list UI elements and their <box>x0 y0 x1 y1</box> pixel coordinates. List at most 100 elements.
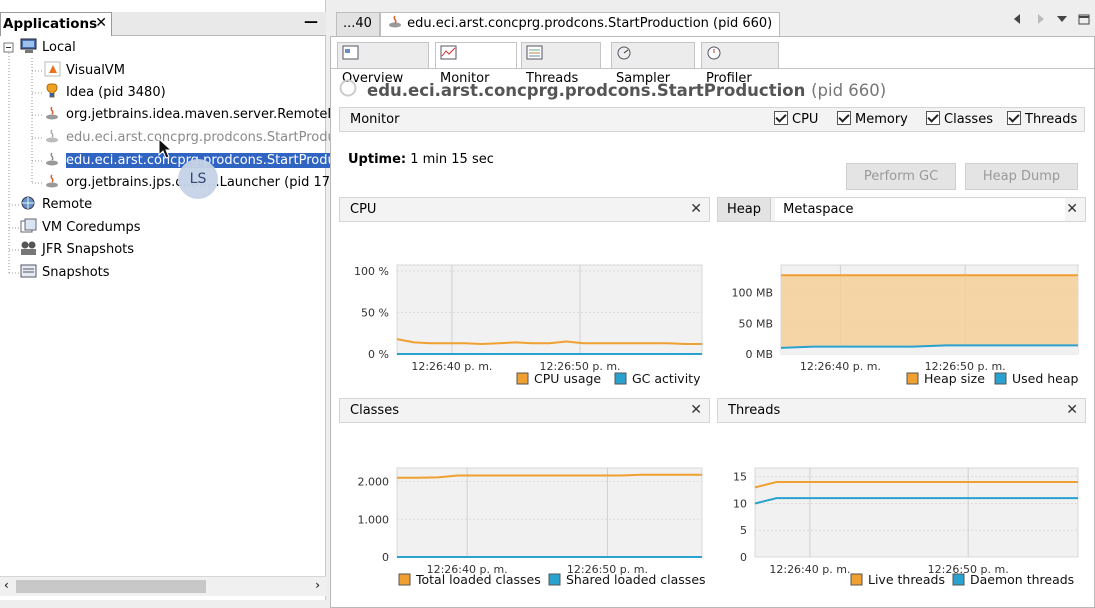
scroll-left-icon[interactable]: ‹ <box>4 578 9 592</box>
checkbox-label: Threads <box>1025 112 1078 127</box>
mouse-cursor-icon <box>158 138 173 159</box>
tab-monitor[interactable]: Monitor <box>435 42 517 86</box>
legend-swatch <box>850 573 863 586</box>
x-tick-label: 12:26:40 p. m. <box>800 360 881 373</box>
checkbox-checked-icon <box>774 111 788 125</box>
profiler-icon <box>706 45 724 61</box>
cpu-chart: 100 %50 %0 %12:26:40 p. m. 12:26:50 p. m.… <box>354 264 703 386</box>
close-icon[interactable]: ✕ <box>690 399 702 422</box>
tree-item-label: JFR Snapshots <box>42 242 135 257</box>
cpu-panel-header: CPU ✕ <box>339 197 710 222</box>
perform-gc-button[interactable]: Perform GC <box>846 163 956 190</box>
threads-panel-header: Threads ✕ <box>717 398 1086 423</box>
legend-label: Total loaded classes <box>415 572 541 587</box>
tree-item-vm-coredumps[interactable]: VM Coredumps <box>20 218 141 238</box>
heap-panel-header: Heap Metaspace ✕ <box>717 197 1086 222</box>
monitor-content: Overview Monitor Threads Sampler Profile… <box>330 36 1095 608</box>
classes-chart: 2.0001.000012:26:40 p. m. 12:26:50 p. m.T… <box>358 467 706 587</box>
tree-item-snapshots[interactable]: Snapshots <box>20 263 110 283</box>
tree-item-idea[interactable]: Idea (pid 3480) <box>44 83 166 103</box>
coredump-icon <box>20 218 38 234</box>
java-icon <box>44 173 62 189</box>
document-tabbar: ...40 edu.eci.arst.concprg.prodcons.Star… <box>330 12 1095 53</box>
doc-tab-startproduction[interactable]: edu.eci.arst.concprg.prodcons.StartProdu… <box>380 12 780 53</box>
tab-overview[interactable]: Overview <box>337 42 429 86</box>
uptime-value: 1 min 15 sec <box>410 152 494 167</box>
tree-item-label: Local <box>42 40 76 55</box>
jfr-icon <box>20 240 38 256</box>
checkbox-label: CPU <box>792 112 819 127</box>
uptime-label: Uptime: <box>348 152 407 167</box>
java-icon <box>44 128 62 144</box>
memory-checkbox[interactable]: Memory <box>837 108 908 131</box>
y-tick-label: 100 % <box>354 265 389 278</box>
tree-item-visualvm[interactable]: VisualVM <box>44 61 125 81</box>
tab-navigation-controls[interactable] <box>1008 12 1095 28</box>
panel-title: Threads <box>728 403 781 418</box>
applications-panel: Applications ✕ — Local VisualVM Idea (pi… <box>0 0 340 600</box>
close-icon[interactable]: ✕ <box>690 198 702 221</box>
scrollbar-thumb[interactable] <box>16 580 206 593</box>
series-area <box>781 275 1078 354</box>
title-main: edu.eci.arst.concprg.prodcons.StartProdu… <box>367 81 806 100</box>
metaspace-tab[interactable]: Metaspace <box>775 198 1066 221</box>
remote-icon <box>20 195 38 211</box>
y-tick-label: 0 <box>740 551 747 564</box>
heap-tab[interactable]: Heap <box>718 198 771 221</box>
y-tick-label: 5 <box>740 524 747 537</box>
checkbox-label: Memory <box>855 112 908 127</box>
horizontal-scrollbar[interactable]: ‹ › <box>0 576 326 596</box>
legend-swatch <box>952 573 965 586</box>
tree-item-remote[interactable]: Remote <box>20 195 92 215</box>
legend-label: CPU usage <box>534 371 601 386</box>
title-pid: (pid 660) <box>811 81 887 100</box>
tree-item-label: org.jetbrains.idea.maven.server.RemoteM <box>66 107 339 122</box>
classes-checkbox[interactable]: Classes <box>926 108 993 131</box>
tree-item-label: VisualVM <box>66 63 125 78</box>
checkbox-label: Classes <box>944 112 993 127</box>
doc-tab-previous[interactable]: ...40 <box>336 12 380 36</box>
tree-item-label: Idea (pid 3480) <box>66 85 166 100</box>
page-title: edu.eci.arst.concprg.prodcons.StartProdu… <box>367 81 886 100</box>
legend-label: GC activity <box>632 371 701 386</box>
close-icon[interactable]: ✕ <box>1066 198 1078 221</box>
tree-item-startproduction-terminated[interactable]: edu.eci.arst.concprg.prodcons.StartProdu <box>44 128 336 148</box>
tab-prev-icon <box>1014 14 1020 24</box>
tab-threads[interactable]: Threads <box>521 42 601 86</box>
computer-icon <box>20 38 38 54</box>
legend-label: Heap size <box>924 371 985 386</box>
visualvm-icon <box>44 61 62 77</box>
y-tick-label: 50 % <box>361 307 389 320</box>
checkbox-checked-icon <box>1007 111 1021 125</box>
tree-item-maven-server[interactable]: org.jetbrains.idea.maven.server.RemoteM <box>44 105 339 125</box>
heap-chart: 100 MB50 MB0 MB12:26:40 p. m. 12:26:50 p.… <box>731 264 1079 386</box>
java-icon <box>44 151 62 167</box>
tab-profiler[interactable]: Profiler <box>701 42 779 86</box>
tab-sampler[interactable]: Sampler <box>611 42 695 86</box>
plot-area <box>396 264 703 355</box>
close-icon[interactable]: ✕ <box>1066 399 1078 422</box>
x-tick-label: 12:26:40 p. m. <box>769 563 850 576</box>
legend-swatch <box>398 573 411 586</box>
monitor-icon <box>440 45 458 61</box>
cpu-checkbox[interactable]: CPU <box>774 108 818 131</box>
y-tick-label: 50 MB <box>738 317 773 330</box>
threads-checkbox[interactable]: Threads <box>1007 108 1077 131</box>
tree-item-jfr-snapshots[interactable]: JFR Snapshots <box>20 240 134 260</box>
sampler-icon <box>616 45 634 61</box>
checkbox-checked-icon <box>926 111 940 125</box>
checkbox-checked-icon <box>837 111 851 125</box>
scroll-right-icon[interactable]: › <box>315 578 320 592</box>
user-badge: LS <box>178 159 218 199</box>
heap-dump-button[interactable]: Heap Dump <box>965 163 1078 190</box>
tree-item-label: Snapshots <box>42 265 110 280</box>
legend-label: Used heap <box>1012 371 1079 386</box>
legend-label: Daemon threads <box>970 572 1074 587</box>
legend-swatch <box>906 372 919 385</box>
classes-panel-header: Classes ✕ <box>339 398 710 423</box>
tree-item-local[interactable]: Local <box>20 38 76 58</box>
legend-swatch <box>614 372 627 385</box>
y-tick-label: 0 MB <box>745 348 773 361</box>
java-icon <box>44 105 62 121</box>
y-tick-label: 10 <box>733 497 747 510</box>
